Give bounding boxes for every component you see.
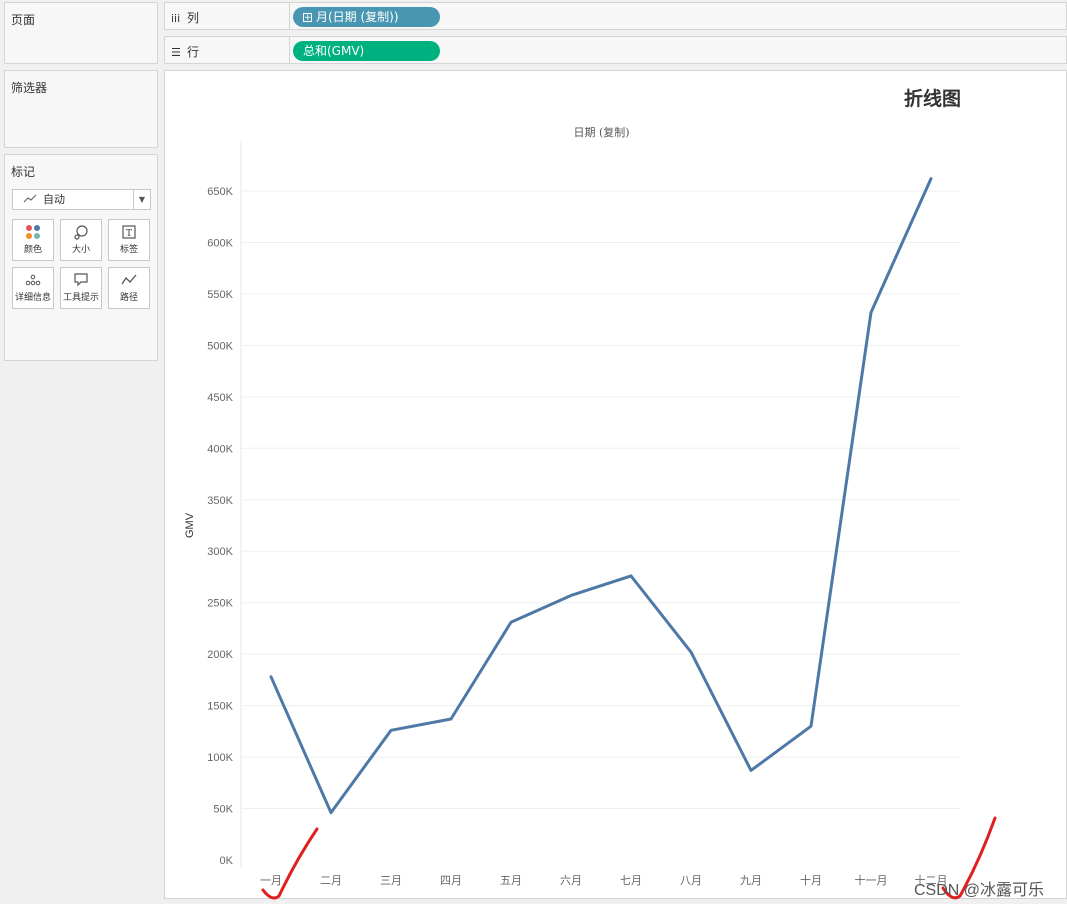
x-tick-label: 九月 xyxy=(740,874,762,887)
filters-card[interactable]: 筛选器 xyxy=(4,70,158,148)
marks-title: 标记 xyxy=(11,165,36,179)
y-tick-label: 200K xyxy=(207,649,233,661)
x-tick-label: 十一月 xyxy=(855,873,888,887)
y-tick-label: 450K xyxy=(207,392,233,404)
shelf-divider xyxy=(289,37,290,63)
detail-icon xyxy=(13,268,53,292)
columns-pill[interactable]: + 月(日期 (复制)) xyxy=(293,7,440,27)
y-tick-label: 300K xyxy=(207,546,233,558)
shelf-divider xyxy=(289,3,290,29)
x-tick-label: 五月 xyxy=(500,874,522,887)
y-tick-label: 250K xyxy=(207,598,233,610)
columns-pill-label: 月(日期 (复制)) xyxy=(316,10,399,24)
path-icon xyxy=(109,268,149,292)
y-tick-label: 400K xyxy=(207,443,233,455)
columns-shelf-label: iii 列 xyxy=(171,11,200,25)
label-icon: T xyxy=(109,220,149,244)
y-axis-title: GMV xyxy=(184,512,196,538)
path-button[interactable]: 路径 xyxy=(108,267,150,309)
y-tick-label: 100K xyxy=(207,752,233,764)
series-line xyxy=(269,177,933,815)
size-button[interactable]: 大小 xyxy=(60,219,102,261)
worksheet-view: 折线图 日期 (复制) 0K 50K 100K 150K 200K 250K 300K 350… xyxy=(164,70,1067,899)
x-tick-label: 七月 xyxy=(620,874,642,887)
y-tick-label: 350K xyxy=(207,495,233,507)
y-tick-label: 550K xyxy=(207,289,233,301)
rows-shelf[interactable]: ☰ 行 总和(GMV) xyxy=(164,36,1067,64)
label-label: 标签 xyxy=(119,245,138,255)
color-dots-icon xyxy=(13,220,53,244)
line-chart[interactable]: 0K 50K 100K 150K 200K 250K 300K 350K 400K 450K 500… xyxy=(165,71,1066,898)
tooltip-button[interactable]: 工具提示 xyxy=(60,267,102,309)
y-tick-label: 500K xyxy=(207,340,233,352)
tooltip-label: 工具提示 xyxy=(62,293,99,303)
pages-title: 页面 xyxy=(11,13,36,27)
detail-label: 详细信息 xyxy=(14,293,51,303)
x-tick-label: 三月 xyxy=(380,874,402,887)
rows-pill[interactable]: 总和(GMV) xyxy=(293,41,440,61)
mark-type-dropdown[interactable]: 自动 ▼ xyxy=(12,189,151,210)
y-tick-label: 650K xyxy=(207,186,233,198)
expand-icon[interactable]: + xyxy=(303,13,312,23)
color-button[interactable]: 颜色 xyxy=(12,219,54,261)
chevron-down-icon[interactable]: ▼ xyxy=(133,190,150,209)
rows-icon: ☰ xyxy=(171,46,181,59)
x-tick-label: 二月 xyxy=(320,874,342,887)
rows-pill-label: 总和(GMV) xyxy=(303,44,365,58)
label-button[interactable]: T 标签 xyxy=(108,219,150,261)
watermark: CSDN @冰露可乐 xyxy=(914,882,1045,899)
y-tick-label: 0K xyxy=(220,855,234,867)
pages-card[interactable]: 页面 xyxy=(4,2,158,64)
x-tick-label: 四月 xyxy=(440,874,462,887)
y-tick-label: 50K xyxy=(213,804,233,816)
detail-button[interactable]: 详细信息 xyxy=(12,267,54,309)
line-chart-icon xyxy=(23,190,37,215)
x-tick-label: 十月 xyxy=(800,873,822,887)
x-tick-label: 一月 xyxy=(260,874,282,887)
svg-text:T: T xyxy=(126,229,132,239)
filters-title: 筛选器 xyxy=(11,81,48,95)
columns-shelf[interactable]: iii 列 + 月(日期 (复制)) xyxy=(164,2,1067,30)
size-icon xyxy=(61,220,101,244)
marks-card: 标记 自动 ▼ 颜色 大小 T 标签 详细信息 工具提示 路径 xyxy=(4,154,158,361)
x-tick-label: 六月 xyxy=(560,874,582,887)
rows-shelf-label: ☰ 行 xyxy=(171,45,200,59)
y-tick-label: 150K xyxy=(207,701,233,713)
columns-icon: iii xyxy=(171,12,181,25)
tooltip-icon xyxy=(61,268,101,292)
color-label: 颜色 xyxy=(23,245,42,255)
y-tick-label: 600K xyxy=(207,237,233,249)
path-label: 路径 xyxy=(119,293,138,303)
size-label: 大小 xyxy=(71,245,90,255)
mark-type-label: 自动 xyxy=(43,193,65,206)
x-tick-label: 八月 xyxy=(680,874,702,887)
